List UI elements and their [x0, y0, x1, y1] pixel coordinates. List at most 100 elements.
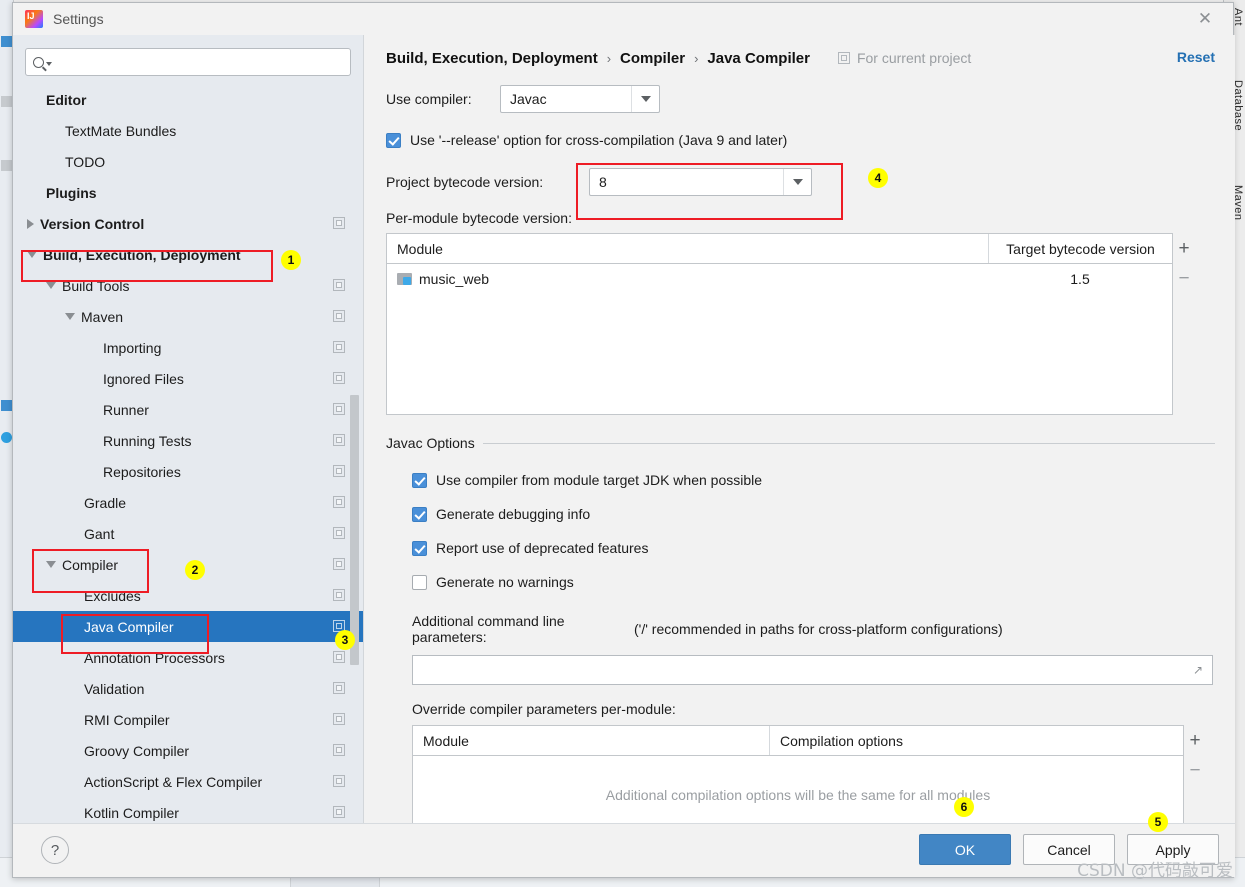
sidebar-item-build-execution-deployment[interactable]: Build, Execution, Deployment [13, 239, 363, 270]
javac-option-checkbox[interactable] [412, 540, 427, 556]
additional-params-note: ('/' recommended in paths for cross-plat… [634, 621, 1003, 637]
expand-icon[interactable]: ↗ [1193, 664, 1205, 676]
use-compiler-select[interactable]: Javac [500, 85, 660, 113]
sidebar-item-actionscript-flex-compiler[interactable]: ActionScript & Flex Compiler [13, 766, 363, 797]
chevron-down-icon[interactable] [631, 86, 659, 112]
remove-module-button[interactable]: − [1172, 264, 1196, 294]
module-name: music_web [419, 270, 490, 287]
remove-override-button[interactable]: − [1183, 756, 1207, 786]
add-override-button[interactable]: + [1183, 726, 1207, 756]
sidebar-item-importing[interactable]: Importing [13, 332, 363, 363]
search-box[interactable] [25, 48, 351, 76]
javac-option-row[interactable]: Report use of deprecated features [412, 531, 1215, 565]
javac-option-row[interactable]: Generate debugging info [412, 497, 1215, 531]
project-bytecode-label: Project bytecode version: [386, 174, 544, 190]
sidebar-item-excludes[interactable]: Excludes [13, 580, 363, 611]
sidebar-item-validation[interactable]: Validation [13, 673, 363, 704]
javac-option-checkbox[interactable] [412, 506, 427, 522]
copy-settings-icon[interactable] [333, 558, 345, 570]
copy-settings-icon[interactable] [333, 682, 345, 694]
release-option-checkbox[interactable] [386, 132, 401, 148]
copy-settings-icon[interactable] [333, 775, 345, 787]
chevron-down-icon[interactable] [65, 313, 75, 320]
copy-settings-icon[interactable] [333, 713, 345, 725]
use-compiler-row: Use compiler: Javac [386, 85, 1215, 113]
chevron-right-icon[interactable] [27, 218, 34, 229]
sidebar-item-rmi-compiler[interactable]: RMI Compiler [13, 704, 363, 735]
help-button[interactable]: ? [41, 836, 69, 864]
search-input[interactable] [56, 53, 343, 71]
additional-params-field[interactable]: ↗ [412, 655, 1213, 685]
sidebar-item-java-compiler[interactable]: Java Compiler [13, 611, 363, 642]
breadcrumb-item-build[interactable]: Build, Execution, Deployment [386, 50, 598, 67]
column-header-module[interactable]: Module [387, 234, 988, 263]
sidebar-item-running-tests[interactable]: Running Tests [13, 425, 363, 456]
sidebar-item-label: Build, Execution, Deployment [43, 246, 241, 263]
ide-left-icon-2 [1, 96, 12, 107]
add-module-button[interactable]: + [1172, 234, 1196, 264]
annotation-badge: 6 [954, 797, 974, 817]
sidebar-item-ignored-files[interactable]: Ignored Files [13, 363, 363, 394]
ok-button[interactable]: OK [919, 834, 1011, 865]
copy-settings-icon[interactable] [333, 496, 345, 508]
target-bytecode-cell[interactable]: 1.5 [988, 271, 1172, 287]
copy-settings-icon[interactable] [333, 651, 345, 663]
dialog-footer: ? OK Cancel Apply [13, 823, 1235, 877]
release-option-row[interactable]: Use '--release' option for cross-compila… [386, 132, 1215, 148]
breadcrumb-item-compiler[interactable]: Compiler [620, 50, 685, 67]
dialog-title: Settings [53, 11, 104, 27]
sidebar-item-label: Maven [81, 308, 124, 325]
reset-link[interactable]: Reset [1177, 49, 1215, 65]
copy-settings-icon[interactable] [333, 341, 345, 353]
override-table-empty-text: Additional compilation options will be t… [605, 787, 991, 803]
sidebar-item-build-tools[interactable]: Build Tools [13, 270, 363, 301]
sidebar-item-repositories[interactable]: Repositories [13, 456, 363, 487]
sidebar-item-maven[interactable]: Maven [13, 301, 363, 332]
breadcrumb-separator-2: › [694, 50, 699, 66]
sidebar-item-runner[interactable]: Runner [13, 394, 363, 425]
copy-settings-icon[interactable] [333, 434, 345, 446]
sidebar-item-annotation-processors[interactable]: Annotation Processors [13, 642, 363, 673]
javac-option-row[interactable]: Use compiler from module target JDK when… [412, 463, 1215, 497]
sidebar-item-version-control[interactable]: Version Control [13, 208, 363, 239]
copy-settings-icon[interactable] [333, 806, 345, 818]
chevron-down-icon[interactable] [46, 561, 56, 568]
sidebar-scrollbar[interactable] [350, 395, 359, 665]
project-scope-icon [837, 52, 850, 64]
table-row[interactable]: music_web 1.5 [387, 264, 1172, 293]
chevron-down-icon[interactable] [783, 169, 811, 195]
javac-option-checkbox[interactable] [412, 472, 427, 488]
dialog-body: Editor TextMate Bundles TODO Plugins Version… [13, 35, 1235, 825]
javac-option-row[interactable]: Generate no warnings [412, 565, 1215, 599]
copy-settings-icon[interactable] [333, 527, 345, 539]
sidebar-item-kotlin-compiler[interactable]: Kotlin Compiler [13, 797, 363, 825]
copy-settings-icon[interactable] [333, 465, 345, 477]
chevron-down-icon[interactable] [46, 282, 56, 289]
copy-settings-icon[interactable] [333, 589, 345, 601]
sidebar-item-plugins[interactable]: Plugins [13, 177, 363, 208]
sidebar-item-gradle[interactable]: Gradle [13, 487, 363, 518]
sidebar-item-todo[interactable]: TODO [13, 146, 363, 177]
per-module-bytecode-label: Per-module bytecode version: [386, 210, 572, 226]
copy-settings-icon[interactable] [333, 279, 345, 291]
breadcrumb: Build, Execution, Deployment › Compiler … [386, 35, 1215, 81]
chevron-down-icon[interactable] [27, 251, 37, 258]
sidebar-item-gant[interactable]: Gant [13, 518, 363, 549]
sidebar-item-groovy-compiler[interactable]: Groovy Compiler [13, 735, 363, 766]
copy-settings-icon[interactable] [333, 744, 345, 756]
close-icon[interactable]: ✕ [1185, 7, 1225, 31]
column-header-module-override[interactable]: Module [413, 726, 769, 755]
project-bytecode-row: Project bytecode version: 8 [386, 168, 1215, 196]
column-header-compilation-options[interactable]: Compilation options [769, 726, 1183, 755]
project-bytecode-select[interactable]: 8 [589, 168, 812, 196]
copy-settings-icon[interactable] [333, 217, 345, 229]
copy-settings-icon[interactable] [333, 403, 345, 415]
copy-settings-icon[interactable] [333, 310, 345, 322]
javac-option-checkbox[interactable] [412, 574, 427, 590]
sidebar-item-editor[interactable]: Editor [13, 84, 363, 115]
sidebar-item-textmate-bundles[interactable]: TextMate Bundles [13, 115, 363, 146]
copy-settings-icon[interactable] [333, 372, 345, 384]
column-header-target-bytecode[interactable]: Target bytecode version [988, 234, 1172, 263]
sidebar-item-label: Build Tools [62, 277, 130, 294]
